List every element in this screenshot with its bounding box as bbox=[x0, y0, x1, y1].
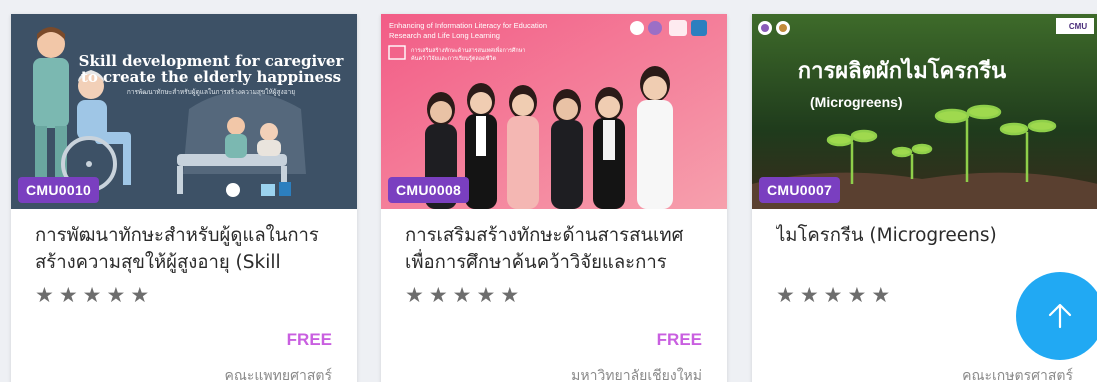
star-icon: ★ bbox=[776, 283, 795, 307]
svg-text:Enhancing of Information Liter: Enhancing of Information Literacy for Ed… bbox=[389, 21, 547, 30]
course-title[interactable]: การพัฒนาทักษะสำหรับผู้ดูแลในการสร้างความ… bbox=[35, 222, 339, 278]
course-card-row: Skill development for caregiver to creat… bbox=[0, 0, 1097, 382]
star-icon: ★ bbox=[428, 283, 448, 307]
course-code-badge: CMU0010 bbox=[18, 177, 100, 203]
star-icon: ★ bbox=[476, 283, 496, 307]
course-title[interactable]: การเสริมสร้างทักษะด้านสารสนเทศเพื่อการศึ… bbox=[405, 222, 709, 278]
star-icon: ★ bbox=[35, 283, 54, 307]
star-icon: ★ bbox=[847, 283, 867, 307]
course-title[interactable]: ไมโครกรีน (Microgreens) bbox=[776, 222, 1080, 278]
course-card[interactable]: Enhancing of Information Literacy for Ed… bbox=[381, 14, 727, 382]
course-code-badge: CMU0007 bbox=[759, 177, 841, 203]
price-label: FREE bbox=[656, 330, 702, 349]
svg-text:(Microgreens): (Microgreens) bbox=[810, 94, 903, 110]
arrow-up-icon bbox=[1048, 303, 1072, 329]
star-icon: ★ bbox=[82, 283, 102, 307]
faculty-label: มหาวิทยาลัยเชียงใหม่ bbox=[571, 368, 702, 382]
faculty-label: คณะแพทยศาสตร์ bbox=[224, 368, 332, 382]
star-icon: ★ bbox=[452, 283, 472, 307]
star-icon: ★ bbox=[799, 283, 819, 307]
course-thumbnail[interactable]: Enhancing of Information Literacy for Ed… bbox=[381, 14, 727, 209]
course-code-badge: CMU0008 bbox=[388, 177, 470, 203]
star-icon: ★ bbox=[405, 283, 424, 307]
svg-text:การเสริมสร้างทักษะด้านสารสนเทศ: การเสริมสร้างทักษะด้านสารสนเทศเพื่อการศึ… bbox=[411, 46, 525, 54]
rating-stars: ★ ★ ★ ★ ★ bbox=[35, 284, 149, 306]
faculty-label: คณะเกษตรศาสตร์ bbox=[962, 368, 1073, 382]
course-thumbnail[interactable]: CMU การผลิตผักไมโครกรีน (Microgreens) CM… bbox=[752, 14, 1097, 209]
svg-text:Research and Life Long Learnin: Research and Life Long Learning bbox=[389, 31, 500, 40]
cmu-logo-text: CMU bbox=[1069, 22, 1087, 31]
star-icon: ★ bbox=[500, 283, 520, 307]
star-icon: ★ bbox=[58, 283, 78, 307]
svg-text:การผลิตผักไมโครกรีน: การผลิตผักไมโครกรีน bbox=[798, 57, 1006, 84]
rating-stars: ★ ★ ★ ★ ★ bbox=[776, 284, 890, 306]
svg-text:การพัฒนาทักษะสำหรับผู้ดูแลในกา: การพัฒนาทักษะสำหรับผู้ดูแลในการสร้างความ… bbox=[127, 88, 295, 96]
svg-text:to create the elderly happines: to create the elderly happiness bbox=[81, 68, 341, 86]
star-icon: ★ bbox=[106, 283, 126, 307]
svg-text:ค้นคว้าวิจัยและการเรียนรู้ตลอด: ค้นคว้าวิจัยและการเรียนรู้ตลอดชีวิต bbox=[411, 55, 496, 62]
price-label: FREE bbox=[286, 330, 332, 349]
star-icon: ★ bbox=[823, 283, 843, 307]
rating-stars: ★ ★ ★ ★ ★ bbox=[405, 284, 519, 306]
scroll-to-top-button[interactable] bbox=[1016, 272, 1097, 360]
course-thumbnail[interactable]: Skill development for caregiver to creat… bbox=[11, 14, 357, 209]
star-icon: ★ bbox=[130, 283, 150, 307]
course-card[interactable]: Skill development for caregiver to creat… bbox=[11, 14, 357, 382]
star-icon: ★ bbox=[871, 283, 891, 307]
